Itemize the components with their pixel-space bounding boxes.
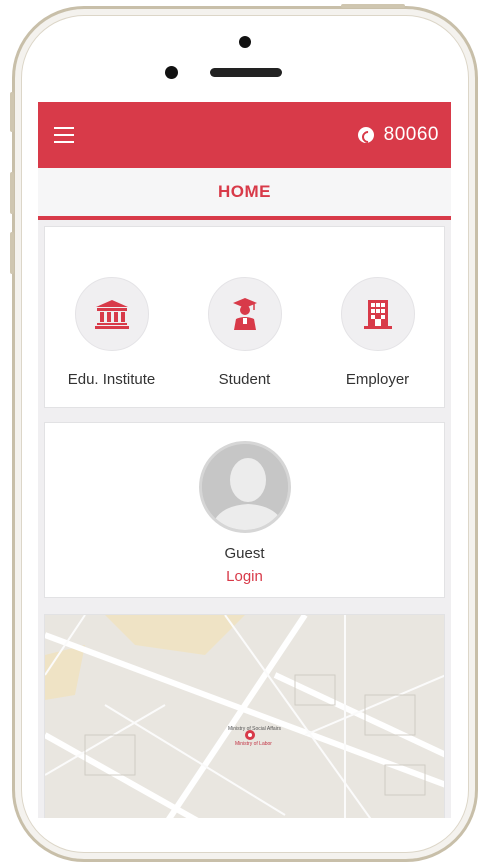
- hamburger-menu-icon[interactable]: [54, 127, 74, 143]
- category-employer[interactable]: Employer: [313, 277, 443, 388]
- volume-down-button: [10, 232, 14, 274]
- phone-icon: [357, 127, 374, 143]
- category-card: Edu. Institute Student Employer: [44, 226, 445, 408]
- app-bar: 80060: [38, 102, 451, 168]
- login-link[interactable]: Login: [226, 568, 263, 585]
- page-title: HOME: [218, 182, 271, 201]
- map-view[interactable]: Ministry of Social Affairs Ministry of L…: [44, 614, 445, 818]
- map-label: Ministry of Labor: [235, 741, 272, 747]
- user-card: Guest Login: [44, 422, 445, 598]
- page-title-bar: HOME: [38, 168, 451, 220]
- category-label: Edu. Institute: [67, 371, 156, 388]
- app-screen: 80060 HOME Edu. Institute Student Employ…: [38, 102, 451, 818]
- category-label: Student: [218, 371, 271, 388]
- person-silhouette-icon: [201, 444, 288, 530]
- map-label: Ministry of Social Affairs: [228, 726, 281, 732]
- front-camera: [239, 36, 251, 48]
- power-button: [341, 4, 405, 8]
- category-student[interactable]: Student: [180, 277, 310, 388]
- category-icon-circle: [74, 277, 149, 351]
- category-icon-circle: [207, 277, 282, 351]
- earpiece-speaker: [210, 68, 282, 77]
- category-label: Employer: [345, 371, 410, 388]
- map-canvas: Ministry of Social Affairs Ministry of L…: [45, 615, 444, 818]
- user-name: Guest: [224, 545, 265, 562]
- hotline-number: 80060: [383, 124, 439, 145]
- proximity-sensor: [165, 66, 178, 79]
- hotline-link[interactable]: 80060: [357, 124, 439, 146]
- graduate-student-icon: [232, 298, 257, 330]
- default-avatar-icon: [198, 441, 291, 533]
- office-building-icon: [363, 300, 392, 329]
- category-edu-institute[interactable]: Edu. Institute: [47, 277, 177, 388]
- volume-up-button: [10, 172, 14, 214]
- mute-switch: [10, 92, 14, 132]
- institute-building-icon: [94, 300, 129, 329]
- category-icon-circle: [340, 277, 415, 351]
